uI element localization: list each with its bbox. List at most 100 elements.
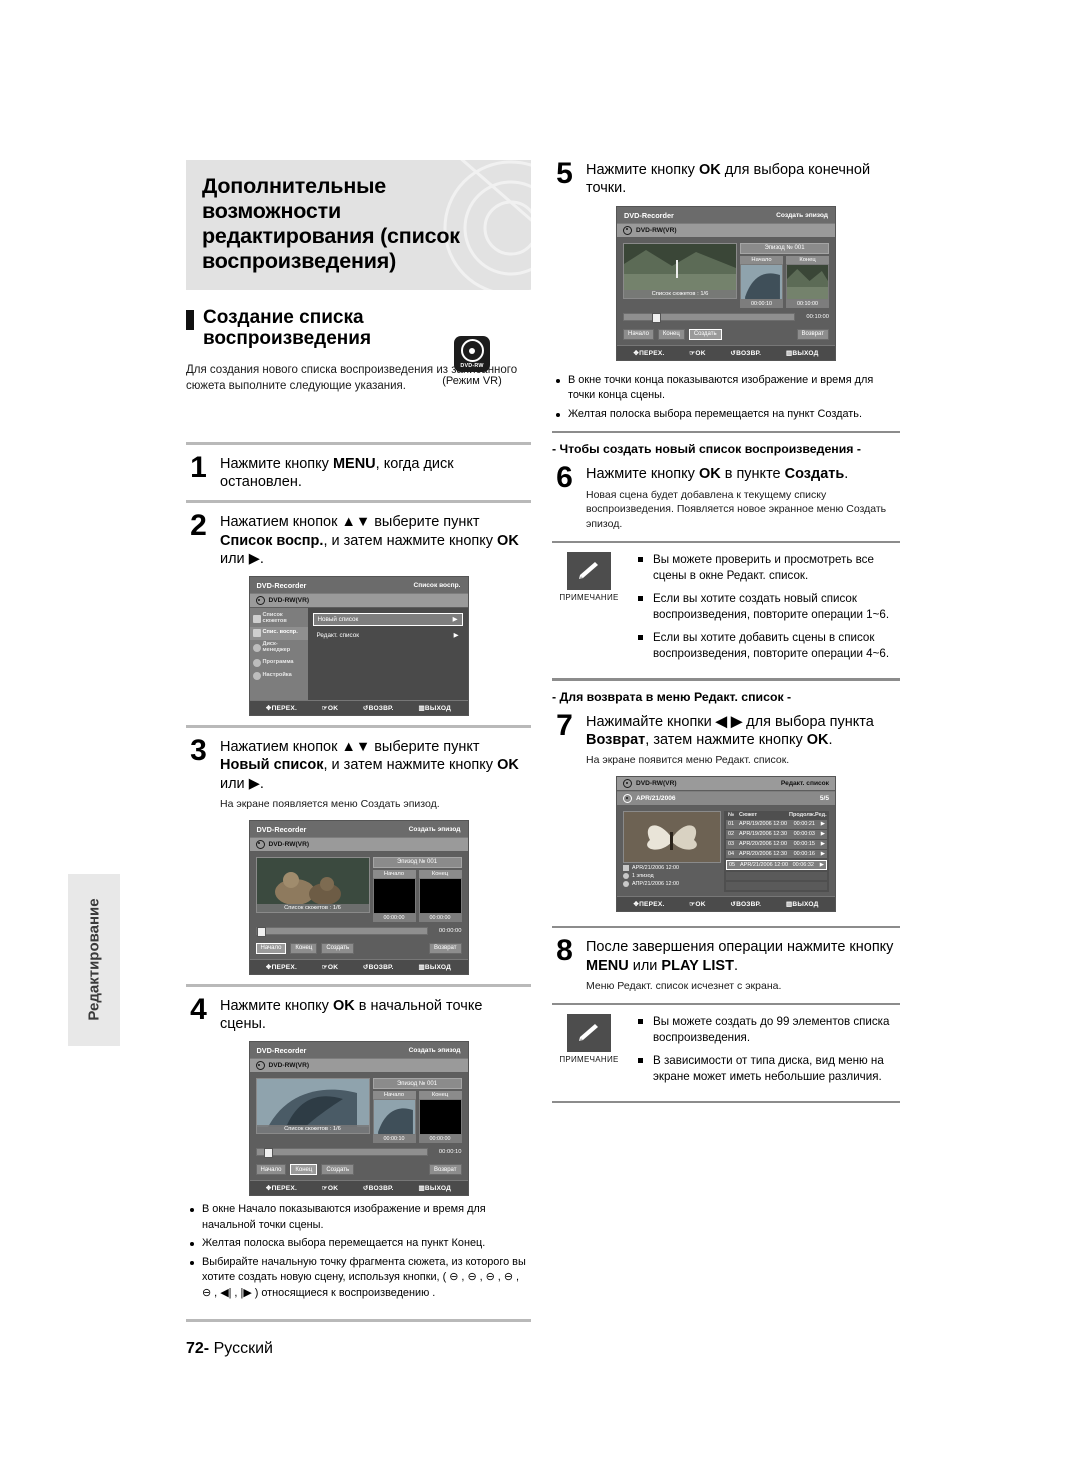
table-row[interactable]: 01 APR/19/2006 12:00 00:00:21 ▶ xyxy=(726,819,827,829)
osd-menu-item-title-list[interactable]: Список сюжетов xyxy=(250,610,308,627)
osd-button-start[interactable]: Начало xyxy=(255,1164,287,1176)
osd-footer: ✥ПЕРЕХ. ☞OK ↺ВОЗВР. ▥ВЫХОД xyxy=(617,344,835,360)
step-7: 7 Нажимайте кнопки ◀ ▶ для выбора пункта… xyxy=(552,710,900,768)
osd-footer-ok: ☞OK xyxy=(321,1185,339,1193)
osd-progress-track[interactable] xyxy=(255,1148,428,1159)
table-row[interactable]: 04 APR/20/2006 12:30 00:00:16 ▶ xyxy=(726,849,827,859)
page-language: Русский xyxy=(213,1340,273,1357)
osd-button-start[interactable]: Начало xyxy=(623,328,654,340)
step-8-key-menu: MENU xyxy=(586,957,629,974)
table-row[interactable]: 03 APR/20/2006 12:00 00:00:15 ▶ xyxy=(726,839,827,849)
osd-footer-nav: ✥ПЕРЕХ. xyxy=(265,963,297,971)
osd-preview: Список сюжетов : 1/6 xyxy=(255,856,370,922)
osd-menu-item-setup[interactable]: Настройка xyxy=(250,670,308,683)
section-bar-icon xyxy=(186,309,194,330)
start-thumb-art xyxy=(373,1100,415,1135)
osd-brand: DVD-Recorder xyxy=(624,210,674,220)
clock-icon xyxy=(252,659,261,668)
table-row-selected[interactable]: 05 APR/21/2006 12:00 00:06:32 ▶ xyxy=(726,859,827,871)
page-number: 72- xyxy=(186,1340,210,1357)
osd-info-line: APR/21/2006 12:00 xyxy=(623,864,719,871)
step-5-text-a: Нажмите кнопку xyxy=(586,162,699,178)
pencil-note-icon xyxy=(567,552,611,591)
osd-progress-handle[interactable] xyxy=(652,312,661,323)
osd-episode-number: Эпизод № 001 xyxy=(372,856,462,868)
osd-footer-exit: ▥ВЫХОД xyxy=(785,900,819,908)
osd-progress-handle[interactable] xyxy=(256,926,266,937)
osd-info-line: 1 эпизод xyxy=(623,872,719,879)
step-8: 8 После завершения операции нажмите кноп… xyxy=(552,936,900,993)
osd-disc-bar: DVD-RW(VR) xyxy=(617,222,835,238)
step-6-text-c: в пункте xyxy=(720,466,785,483)
osd-end-label: Конец xyxy=(786,255,829,264)
osd-episode-number: Эпизод № 001 xyxy=(740,242,829,254)
step-7-text-a: Нажимайте кнопки xyxy=(586,713,716,730)
osd-button-start[interactable]: Начало xyxy=(255,942,287,954)
osd-row-new-list[interactable]: Новый список ▶ xyxy=(312,613,463,627)
osd-progress-handle[interactable] xyxy=(263,1148,273,1159)
osd-button-create[interactable]: Создать xyxy=(321,1164,355,1176)
dvd-rw-disc-icon: DVD-RW xyxy=(454,336,490,372)
step-3-text-c: , и затем нажмите кнопку xyxy=(323,757,498,774)
osd-row-label: Новый список xyxy=(317,616,359,624)
step-2-text-a: Нажатием кнопок xyxy=(220,514,342,531)
film-icon xyxy=(252,614,261,623)
chevron-right-icon: ▶ xyxy=(820,821,825,828)
divider xyxy=(186,500,531,504)
osd-button-end[interactable]: Конец xyxy=(290,942,318,954)
osd-progress-track[interactable] xyxy=(623,312,795,323)
osd-menu-sidebar: Список сюжетов Спис. воспр. Диск-менедже… xyxy=(249,608,308,701)
osd-button-end[interactable]: Конец xyxy=(290,1164,318,1176)
video-thumbnail-butterfly xyxy=(623,810,721,863)
step-1-number: 1 xyxy=(190,450,207,484)
osd-end-cell: Конец 00:00:00 xyxy=(418,1091,462,1144)
calendar-icon xyxy=(623,793,632,803)
osd-create-scene-b: DVD-Recorder Создать эпизод DVD-RW(VR) С… xyxy=(248,1041,469,1197)
osd-button-back[interactable]: Возврат xyxy=(429,1164,462,1176)
table-row-empty xyxy=(726,871,827,881)
step-1: 1 Нажмите кнопку MENU, когда диск остано… xyxy=(186,450,531,492)
osd-button-back[interactable]: Возврат xyxy=(429,942,462,954)
osd-start-time: 00:00:10 xyxy=(740,299,783,308)
right-column: 5 Нажмите кнопку OK для выбора конечной … xyxy=(552,159,900,1112)
divider xyxy=(552,1002,900,1006)
chevron-right-icon: ▶ xyxy=(819,862,824,869)
osd-preview: Список сюжетов : 1/6 xyxy=(623,242,737,308)
step-3-menu-name: Новый список xyxy=(220,757,324,774)
step-4-text-a: Нажмите кнопку xyxy=(220,997,333,1014)
disc-dot-icon xyxy=(255,596,265,606)
osd-footer-ok: ☞OK xyxy=(689,900,706,908)
note-caption: ПРИМЕЧАНИЕ xyxy=(559,1055,619,1065)
updown-arrows-icon: ▲▼ xyxy=(341,739,371,756)
note-item: В зависимости от типа диска, вид меню на… xyxy=(636,1053,900,1085)
left-column: Дополнительные возможности редактировани… xyxy=(186,160,531,1331)
osd-footer-nav: ✥ПЕРЕХ. xyxy=(633,900,665,908)
osd-menu-item-program[interactable]: Программа xyxy=(250,657,308,670)
osd-footer-ok: ☞OK xyxy=(689,349,706,357)
osd-preview: Список сюжетов : 1/6 xyxy=(255,1078,370,1143)
note-box-1: ПРИМЕЧАНИЕ Вы можете проверить и просмот… xyxy=(552,552,900,669)
pencil-icon-glyph xyxy=(579,1024,598,1042)
osd-row-edit-list[interactable]: Редакт. список ▶ xyxy=(313,630,463,641)
osd-menu-item-playlist[interactable]: Спис. воспр. xyxy=(249,626,308,640)
step-3-text-a: Нажатием кнопок xyxy=(220,739,342,756)
table-row[interactable]: 02 APR/19/2006 12:30 00:00:03 ▶ xyxy=(726,829,827,839)
osd-menu-label: Программа xyxy=(262,659,294,666)
table-header: № Сюжет Продолж. Ред. xyxy=(726,811,827,820)
step-1-key: MENU xyxy=(332,455,376,472)
list-icon xyxy=(252,629,261,638)
osd-progress-track[interactable] xyxy=(255,926,428,937)
osd-footer-nav: ✥ПЕРЕХ. xyxy=(265,1185,297,1193)
osd-button-end[interactable]: Конец xyxy=(657,328,685,340)
osd-start-thumbnail xyxy=(372,1099,416,1136)
osd-footer-nav: ✥ПЕРЕХ. xyxy=(633,349,665,357)
osd-start-cell: Начало 00:00:00 xyxy=(372,869,416,922)
osd-menu-label: Диск-менеджер xyxy=(262,641,291,654)
osd-button-create[interactable]: Создать xyxy=(321,942,355,954)
step-7-key: OK xyxy=(806,731,829,748)
osd-button-back[interactable]: Возврат xyxy=(796,328,829,340)
step-2-key: OK xyxy=(497,532,519,549)
disc-badge: DVD-RW (Режим VR) xyxy=(433,336,511,387)
osd-button-create[interactable]: Создать xyxy=(688,328,722,340)
osd-menu-item-disc-manager[interactable]: Диск-менеджер xyxy=(250,640,308,657)
